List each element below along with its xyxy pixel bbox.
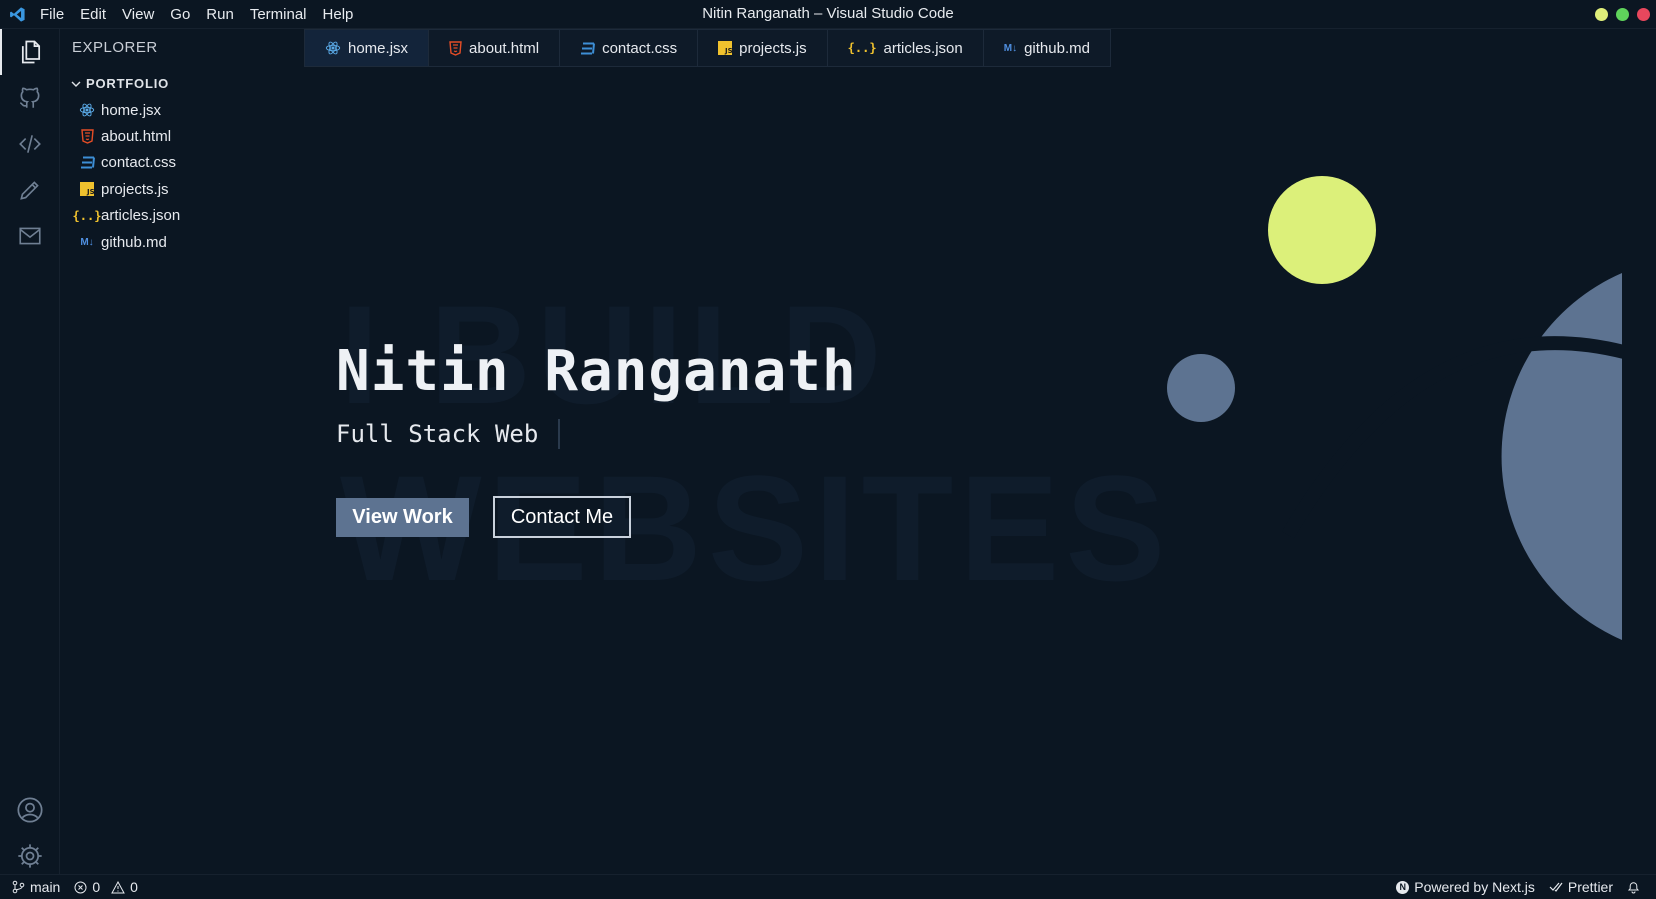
editor-area: I BUILD WEBSITES Nitin Ranganath Full St…: [304, 67, 1656, 874]
file-item-home[interactable]: home.jsx: [77, 97, 180, 123]
tab-contact[interactable]: contact.css: [560, 29, 699, 67]
file-item-about[interactable]: about.html: [77, 123, 180, 149]
css-icon: [580, 42, 596, 55]
window-controls: [1595, 8, 1650, 21]
large-shape: [1501, 273, 1622, 640]
decorative-shapes: [1167, 176, 1626, 640]
react-icon: [325, 40, 341, 56]
contact-me-button[interactable]: Contact Me: [493, 496, 631, 538]
title-bar: File Edit View Go Run Terminal Help Niti…: [0, 0, 1656, 29]
markdown-icon: M↓: [1003, 42, 1018, 54]
menu-bar: File Edit View Go Run Terminal Help: [32, 0, 361, 29]
code-icon[interactable]: [0, 121, 60, 167]
powered-label: Powered by Next.js: [1414, 879, 1535, 895]
javascript-icon: JS: [77, 182, 97, 197]
small-circle: [1167, 354, 1235, 422]
svg-text:JS: JS: [86, 188, 94, 196]
css-icon: [77, 156, 97, 169]
tab-label: about.html: [469, 39, 540, 57]
menu-edit[interactable]: Edit: [72, 0, 114, 29]
problems-indicator[interactable]: 0 0: [74, 879, 138, 895]
markdown-icon: M↓: [80, 236, 94, 248]
file-item-articles[interactable]: {..} articles.json: [72, 203, 181, 229]
menu-go[interactable]: Go: [162, 0, 198, 29]
maximize-button[interactable]: [1616, 8, 1629, 21]
tab-home[interactable]: home.jsx: [304, 29, 430, 67]
mail-icon[interactable]: [0, 213, 60, 259]
warning-icon: [111, 880, 125, 893]
view-work-button[interactable]: View Work: [336, 498, 469, 537]
vscode-logo-icon: [2, 0, 32, 29]
chevron-down-icon: [71, 81, 81, 87]
tab-projects[interactable]: JS projects.js: [698, 29, 828, 67]
warning-count: 0: [130, 879, 138, 895]
tab-about[interactable]: about.html: [429, 29, 561, 67]
activity-bar: [0, 29, 60, 874]
file-label: home.jsx: [101, 101, 162, 119]
hero-subtitle: Full Stack Web: [336, 419, 561, 449]
file-label: contact.css: [101, 154, 177, 172]
file-item-github[interactable]: M↓ github.md: [77, 229, 180, 255]
menu-view[interactable]: View: [114, 0, 162, 29]
file-label: about.html: [101, 128, 172, 146]
notifications-bell[interactable]: [1627, 880, 1640, 894]
file-label: articles.json: [101, 207, 181, 225]
status-bar: main 0 0 N Powered by Next.js Prettier: [0, 874, 1656, 899]
tab-label: articles.json: [883, 39, 963, 57]
explorer-title: EXPLORER: [72, 39, 158, 56]
file-item-contact[interactable]: contact.css: [77, 150, 180, 176]
github-icon[interactable]: [0, 75, 60, 121]
json-icon: {..}: [72, 208, 102, 223]
error-icon: [74, 881, 87, 893]
json-icon: {..}: [847, 41, 877, 55]
typing-caret: [558, 419, 561, 449]
menu-terminal[interactable]: Terminal: [242, 0, 315, 29]
hero-name: Nitin Ranganath: [336, 339, 857, 404]
error-count: 0: [92, 879, 101, 895]
typed-text: Full Stack Web: [336, 420, 539, 448]
file-item-projects[interactable]: JS projects.js: [77, 176, 180, 202]
file-label: github.md: [101, 233, 167, 251]
powered-by-nextjs[interactable]: N Powered by Next.js: [1396, 879, 1535, 895]
editor-tabs: home.jsx about.html contact.css JS proje…: [304, 29, 1111, 67]
folder-label: PORTFOLIO: [86, 76, 170, 91]
javascript-icon: JS: [718, 41, 733, 55]
tab-label: projects.js: [739, 39, 807, 57]
react-icon: [77, 102, 97, 118]
menu-file[interactable]: File: [32, 0, 72, 29]
files-icon[interactable]: [0, 29, 60, 75]
branch-indicator[interactable]: main: [12, 879, 60, 895]
tab-label: contact.css: [602, 39, 678, 57]
close-button[interactable]: [1637, 8, 1650, 21]
branch-label: main: [30, 879, 61, 895]
settings-gear-icon[interactable]: [0, 833, 60, 879]
svg-text:JS: JS: [724, 47, 732, 55]
html-icon: [77, 129, 97, 144]
tab-articles[interactable]: {..} articles.json: [827, 29, 984, 67]
double-check-icon: [1549, 882, 1563, 892]
prettier-label: Prettier: [1567, 879, 1613, 895]
git-branch-icon: [12, 880, 25, 894]
explorer-panel: EXPLORER PORTFOLIO home.jsx about.html c…: [60, 29, 304, 874]
file-label: projects.js: [101, 180, 169, 198]
menu-run[interactable]: Run: [198, 0, 242, 29]
file-list: home.jsx about.html contact.css JS proje…: [72, 97, 181, 255]
folder-portfolio[interactable]: PORTFOLIO: [70, 76, 169, 91]
tab-label: home.jsx: [348, 39, 409, 57]
menu-help[interactable]: Help: [315, 0, 362, 29]
accent-circle: [1268, 176, 1376, 284]
prettier-indicator[interactable]: Prettier: [1549, 879, 1613, 895]
minimize-button[interactable]: [1595, 8, 1608, 21]
tab-github[interactable]: M↓ github.md: [983, 29, 1111, 67]
html-icon: [449, 40, 462, 56]
tab-label: github.md: [1024, 39, 1090, 57]
nextjs-icon: N: [1396, 880, 1410, 894]
account-icon[interactable]: [0, 787, 60, 833]
bell-icon: [1627, 882, 1640, 894]
pencil-icon[interactable]: [0, 167, 60, 213]
